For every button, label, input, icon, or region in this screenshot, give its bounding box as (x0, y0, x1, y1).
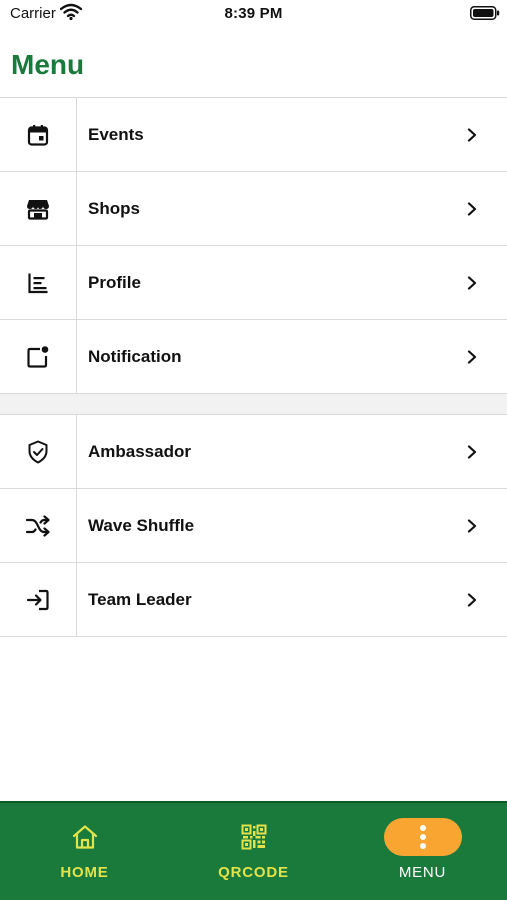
chevron-right-icon (437, 592, 507, 607)
menu-item-label: Wave Shuffle (88, 515, 195, 535)
row-icon-cell (0, 563, 77, 636)
row-icon-cell (0, 489, 77, 562)
menu-group-primary: Events Shops Profile Notification (0, 97, 507, 394)
tab-menu[interactable]: MENU (338, 803, 507, 902)
menu-item-label: Notification (88, 346, 182, 366)
menu-item-label: Profile (88, 272, 141, 292)
menu-item-events[interactable]: Events (0, 98, 507, 172)
menu-item-team-leader[interactable]: Team Leader (0, 563, 507, 637)
tab-label: QRCODE (218, 864, 289, 881)
storefront-icon (27, 199, 49, 220)
menu-item-shops[interactable]: Shops (0, 172, 507, 246)
menu-group-secondary: Ambassador Wave Shuffle Team Leader (0, 414, 507, 637)
home-icon (72, 825, 97, 849)
tab-icon-wrap (71, 817, 99, 857)
menu-list: Events Shops Profile Notification Ambass… (0, 97, 507, 637)
menu-item-label: Shops (88, 198, 140, 218)
login-icon (26, 589, 49, 610)
active-tab-indicator (383, 818, 462, 856)
tab-icon-wrap (241, 817, 267, 857)
chevron-right-icon (437, 127, 507, 142)
row-icon-cell (0, 172, 77, 245)
status-bar: Carrier 8:39 PM (0, 0, 507, 30)
shield-check-icon (28, 440, 48, 463)
menu-item-label: Events (88, 124, 144, 144)
menu-item-notification[interactable]: Notification (0, 320, 507, 394)
menu-item-profile[interactable]: Profile (0, 246, 507, 320)
row-icon-cell (0, 320, 77, 393)
group-separator (0, 394, 507, 414)
tab-label: MENU (398, 864, 447, 881)
tab-label: HOME (60, 864, 109, 881)
menu-item-wave-shuffle[interactable]: Wave Shuffle (0, 489, 507, 563)
tab-home[interactable]: HOME (0, 803, 169, 902)
menu-item-label: Team Leader (88, 589, 192, 609)
calendar-icon (27, 124, 49, 146)
notification-dot-icon (27, 345, 49, 368)
page-title: Menu (11, 49, 85, 80)
more-vertical-icon (419, 825, 426, 849)
row-icon-cell (0, 98, 77, 171)
tab-qrcode[interactable]: QRCODE (169, 803, 338, 902)
qrcode-icon (241, 824, 266, 850)
menu-item-label: Ambassador (88, 441, 191, 461)
tab-bar: HOME QRCODE MENU (0, 801, 507, 900)
shuffle-icon (25, 514, 50, 537)
chevron-right-icon (437, 275, 507, 290)
battery-icon (470, 6, 500, 20)
menu-item-ambassador[interactable]: Ambassador (0, 415, 507, 489)
chevron-right-icon (437, 201, 507, 216)
row-icon-cell (0, 415, 77, 488)
chevron-right-icon (437, 444, 507, 459)
clock: 8:39 PM (224, 5, 283, 22)
tab-icon-wrap (383, 817, 462, 857)
profile-list-icon (28, 273, 48, 293)
chevron-right-icon (437, 518, 507, 533)
row-icon-cell (0, 246, 77, 319)
chevron-right-icon (437, 349, 507, 364)
